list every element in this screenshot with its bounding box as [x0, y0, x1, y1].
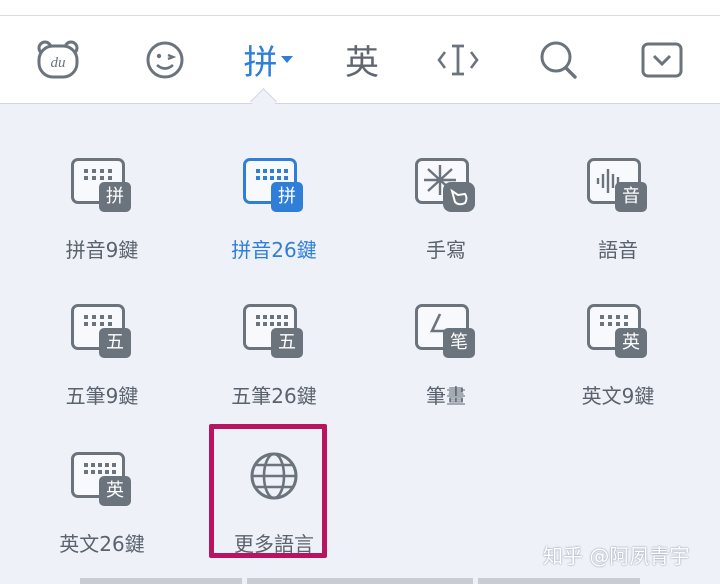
keyboard-option-wubi9[interactable]: 五 五筆9鍵: [16, 302, 188, 432]
keyboard-option-pinyin26[interactable]: 拼 拼音26鍵: [188, 156, 360, 286]
ime-toolbar: du 拼 英: [0, 16, 720, 104]
du-logo-icon[interactable]: du: [28, 16, 88, 103]
english-mode-button[interactable]: 英: [332, 16, 392, 103]
keyboard-9-icon: 拼: [69, 156, 135, 216]
keyboard-option-label: 拼音9鍵: [65, 238, 139, 262]
keyboard-option-voice[interactable]: 音 語音: [532, 156, 704, 286]
keyboard-option-handwriting[interactable]: 手寫: [360, 156, 532, 286]
keyboard-26-icon: 五: [241, 302, 307, 362]
keyboard-26-icon: 拼: [241, 156, 307, 216]
keyboard-option-stroke[interactable]: 笔 筆畫: [360, 302, 532, 432]
top-edge: [0, 0, 720, 16]
keyboard-option-label: 英文26鍵: [59, 532, 145, 556]
keyboard-option-label: 筆畫: [426, 384, 466, 408]
more-languages-highlight: [209, 424, 327, 558]
keyboard-option-pinyin9[interactable]: 拼 拼音9鍵: [16, 156, 188, 286]
keyboard-option-label: 語音: [598, 238, 638, 262]
keyboard-option-wubi26[interactable]: 五 五筆26鍵: [188, 302, 360, 432]
keyboard-option-label: 拼音26鍵: [231, 238, 317, 262]
search-icon[interactable]: [528, 16, 588, 103]
voice-icon: 音: [585, 156, 651, 216]
keyboard-9-icon: 英: [585, 302, 651, 362]
collapse-keyboard-icon[interactable]: [632, 16, 692, 103]
handwriting-icon: [413, 156, 479, 216]
keyboard-option-label: 英文9鍵: [581, 384, 655, 408]
keyboard-option-label: 五筆26鍵: [231, 384, 317, 408]
watermark: 知乎 @阿夙青宇: [543, 544, 690, 568]
keyboard-option-label: 五筆9鍵: [65, 384, 139, 408]
pinyin-mode-label: 拼: [243, 43, 278, 83]
keyboard-9-icon: 五: [69, 302, 135, 362]
keyboard-option-label: 手寫: [426, 238, 466, 262]
english-mode-label: 英: [345, 43, 379, 83]
emoji-icon[interactable]: [135, 16, 195, 103]
keyboard-option-english9[interactable]: 英 英文9鍵: [532, 302, 704, 432]
keyboard-option-english26[interactable]: 英 英文26鍵: [16, 450, 188, 580]
chevron-down-icon: [280, 55, 293, 63]
cursor-icon[interactable]: [428, 16, 488, 103]
pinyin-mode-button[interactable]: 拼: [232, 16, 304, 103]
keyboard-26-icon: 英: [69, 450, 135, 510]
bottom-key-edges: [0, 578, 720, 584]
stroke-icon: 笔: [413, 302, 479, 362]
svg-text:du: du: [51, 55, 66, 71]
